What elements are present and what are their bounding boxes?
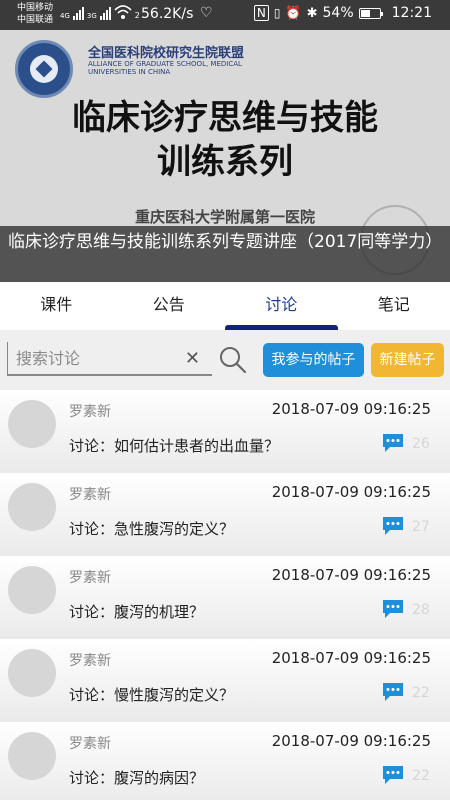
comment-icon	[383, 434, 403, 452]
list-item[interactable]: 罗素新 2018-07-09 09:16:25 讨论：急性腹泻的定义？ 27	[0, 473, 450, 556]
post-author: 罗素新	[69, 487, 111, 503]
comment-count: 22	[412, 685, 430, 701]
wifi-badge: 2	[134, 11, 140, 20]
list-item[interactable]: 罗素新 2018-07-09 09:16:25 讨论：如何估计患者的出血量？ 2…	[0, 390, 450, 473]
tab-courseware[interactable]: 课件	[0, 282, 113, 330]
list-item[interactable]: 罗素新 2018-07-09 09:16:25 讨论：慢性腹泻的定义？ 22	[0, 639, 450, 722]
battery-percent: 54%	[322, 5, 354, 21]
status-bar: 中国移动 中国联通 4G 3G 2 56.2K/s ♡ N ▯ ⏰ ✱ 54% …	[0, 0, 450, 30]
avatar	[8, 649, 56, 697]
comment-icon	[383, 766, 403, 784]
comment-icon	[383, 517, 403, 535]
post-time: 2018-07-09 09:16:25	[271, 566, 431, 584]
comment-count: 28	[412, 602, 430, 618]
signal-icons: 4G 3G 2	[60, 4, 140, 20]
bluetooth-icon: ✱	[306, 5, 318, 21]
alliance-name-cn: 全国医科院校研究生院联盟	[88, 46, 245, 61]
new-post-button[interactable]: 新建帖子	[371, 343, 444, 377]
avatar	[8, 732, 56, 780]
post-author: 罗素新	[69, 570, 111, 586]
list-item[interactable]: 罗素新 2018-07-09 09:16:25 讨论：腹泻的病因？ 22	[0, 722, 450, 800]
signal-bars-icon	[72, 6, 84, 20]
carrier-1: 中国移动	[17, 3, 54, 13]
signal-bars-2-icon	[99, 6, 111, 20]
clear-icon[interactable]: ✕	[185, 348, 200, 369]
nfc-icon: N	[253, 5, 269, 21]
post-author: 罗素新	[69, 736, 111, 752]
post-author: 罗素新	[69, 404, 111, 420]
post-time: 2018-07-09 09:16:25	[271, 732, 431, 750]
alliance-name-en: ALLIANCE OF GRADUATE SCHOOL, MEDICAL UNI…	[88, 60, 242, 76]
avatar	[8, 400, 56, 448]
post-topic: 讨论：如何估计患者的出血量？	[69, 437, 280, 455]
list-item[interactable]: 罗素新 2018-07-09 09:16:25 讨论：腹泻的机理？ 28	[0, 556, 450, 639]
tab-discussion[interactable]: 讨论	[225, 282, 338, 330]
discussion-list: 罗素新 2018-07-09 09:16:25 讨论：如何估计患者的出血量？ 2…	[0, 390, 450, 800]
post-author: 罗素新	[69, 653, 111, 669]
banner-title-line-2: 训练系列	[157, 142, 293, 182]
network-type-2: 3G	[86, 12, 97, 20]
tab-bar: 课件 公告 讨论 笔记	[0, 282, 450, 330]
avatar	[8, 483, 56, 531]
battery-icon	[358, 7, 383, 19]
vibrate-icon: ▯	[273, 6, 281, 20]
network-speed: 56.2K/s	[141, 6, 194, 22]
tab-announcements[interactable]: 公告	[113, 282, 226, 330]
comment-icon	[383, 683, 403, 701]
tab-notes[interactable]: 笔记	[338, 282, 450, 330]
my-posts-button[interactable]: 我参与的帖子	[263, 343, 364, 377]
comment-count: 27	[412, 519, 430, 535]
banner-title-line-1: 临床诊疗思维与技能	[72, 98, 378, 138]
post-time: 2018-07-09 09:16:25	[271, 400, 431, 418]
course-title: 临床诊疗思维与技能训练系列专题讲座（2017同等学力）	[0, 226, 450, 282]
alarm-icon: ⏰	[285, 5, 302, 21]
wifi-icon	[114, 5, 132, 19]
search-input[interactable]	[16, 346, 166, 370]
banner-title: 临床诊疗思维与技能 训练系列	[0, 96, 450, 184]
status-right: N ▯ ⏰ ✱ 54% 12:21	[253, 5, 432, 21]
post-topic: 讨论：急性腹泻的定义？	[69, 520, 235, 538]
post-topic: 讨论：腹泻的病因？	[69, 769, 205, 787]
heart-icon: ♡	[200, 5, 213, 21]
search-icon[interactable]	[219, 346, 247, 374]
post-time: 2018-07-09 09:16:25	[271, 649, 431, 667]
comment-count: 22	[412, 768, 430, 784]
carrier-info: 中国移动 中国联通	[17, 2, 53, 26]
network-type-1: 4G	[60, 12, 70, 20]
clock: 12:21	[391, 5, 432, 21]
comment-icon	[383, 600, 403, 618]
course-banner[interactable]: 全国医科院校研究生院联盟 ALLIANCE OF GRADUATE SCHOOL…	[0, 30, 450, 282]
comment-count: 26	[412, 436, 430, 452]
avatar	[8, 566, 56, 614]
search-field: ✕	[7, 342, 212, 376]
post-topic: 讨论：腹泻的机理？	[69, 603, 205, 621]
post-time: 2018-07-09 09:16:25	[271, 483, 431, 501]
alliance-logo	[15, 40, 73, 98]
post-topic: 讨论：慢性腹泻的定义？	[69, 686, 235, 704]
carrier-2: 中国联通	[17, 15, 54, 25]
